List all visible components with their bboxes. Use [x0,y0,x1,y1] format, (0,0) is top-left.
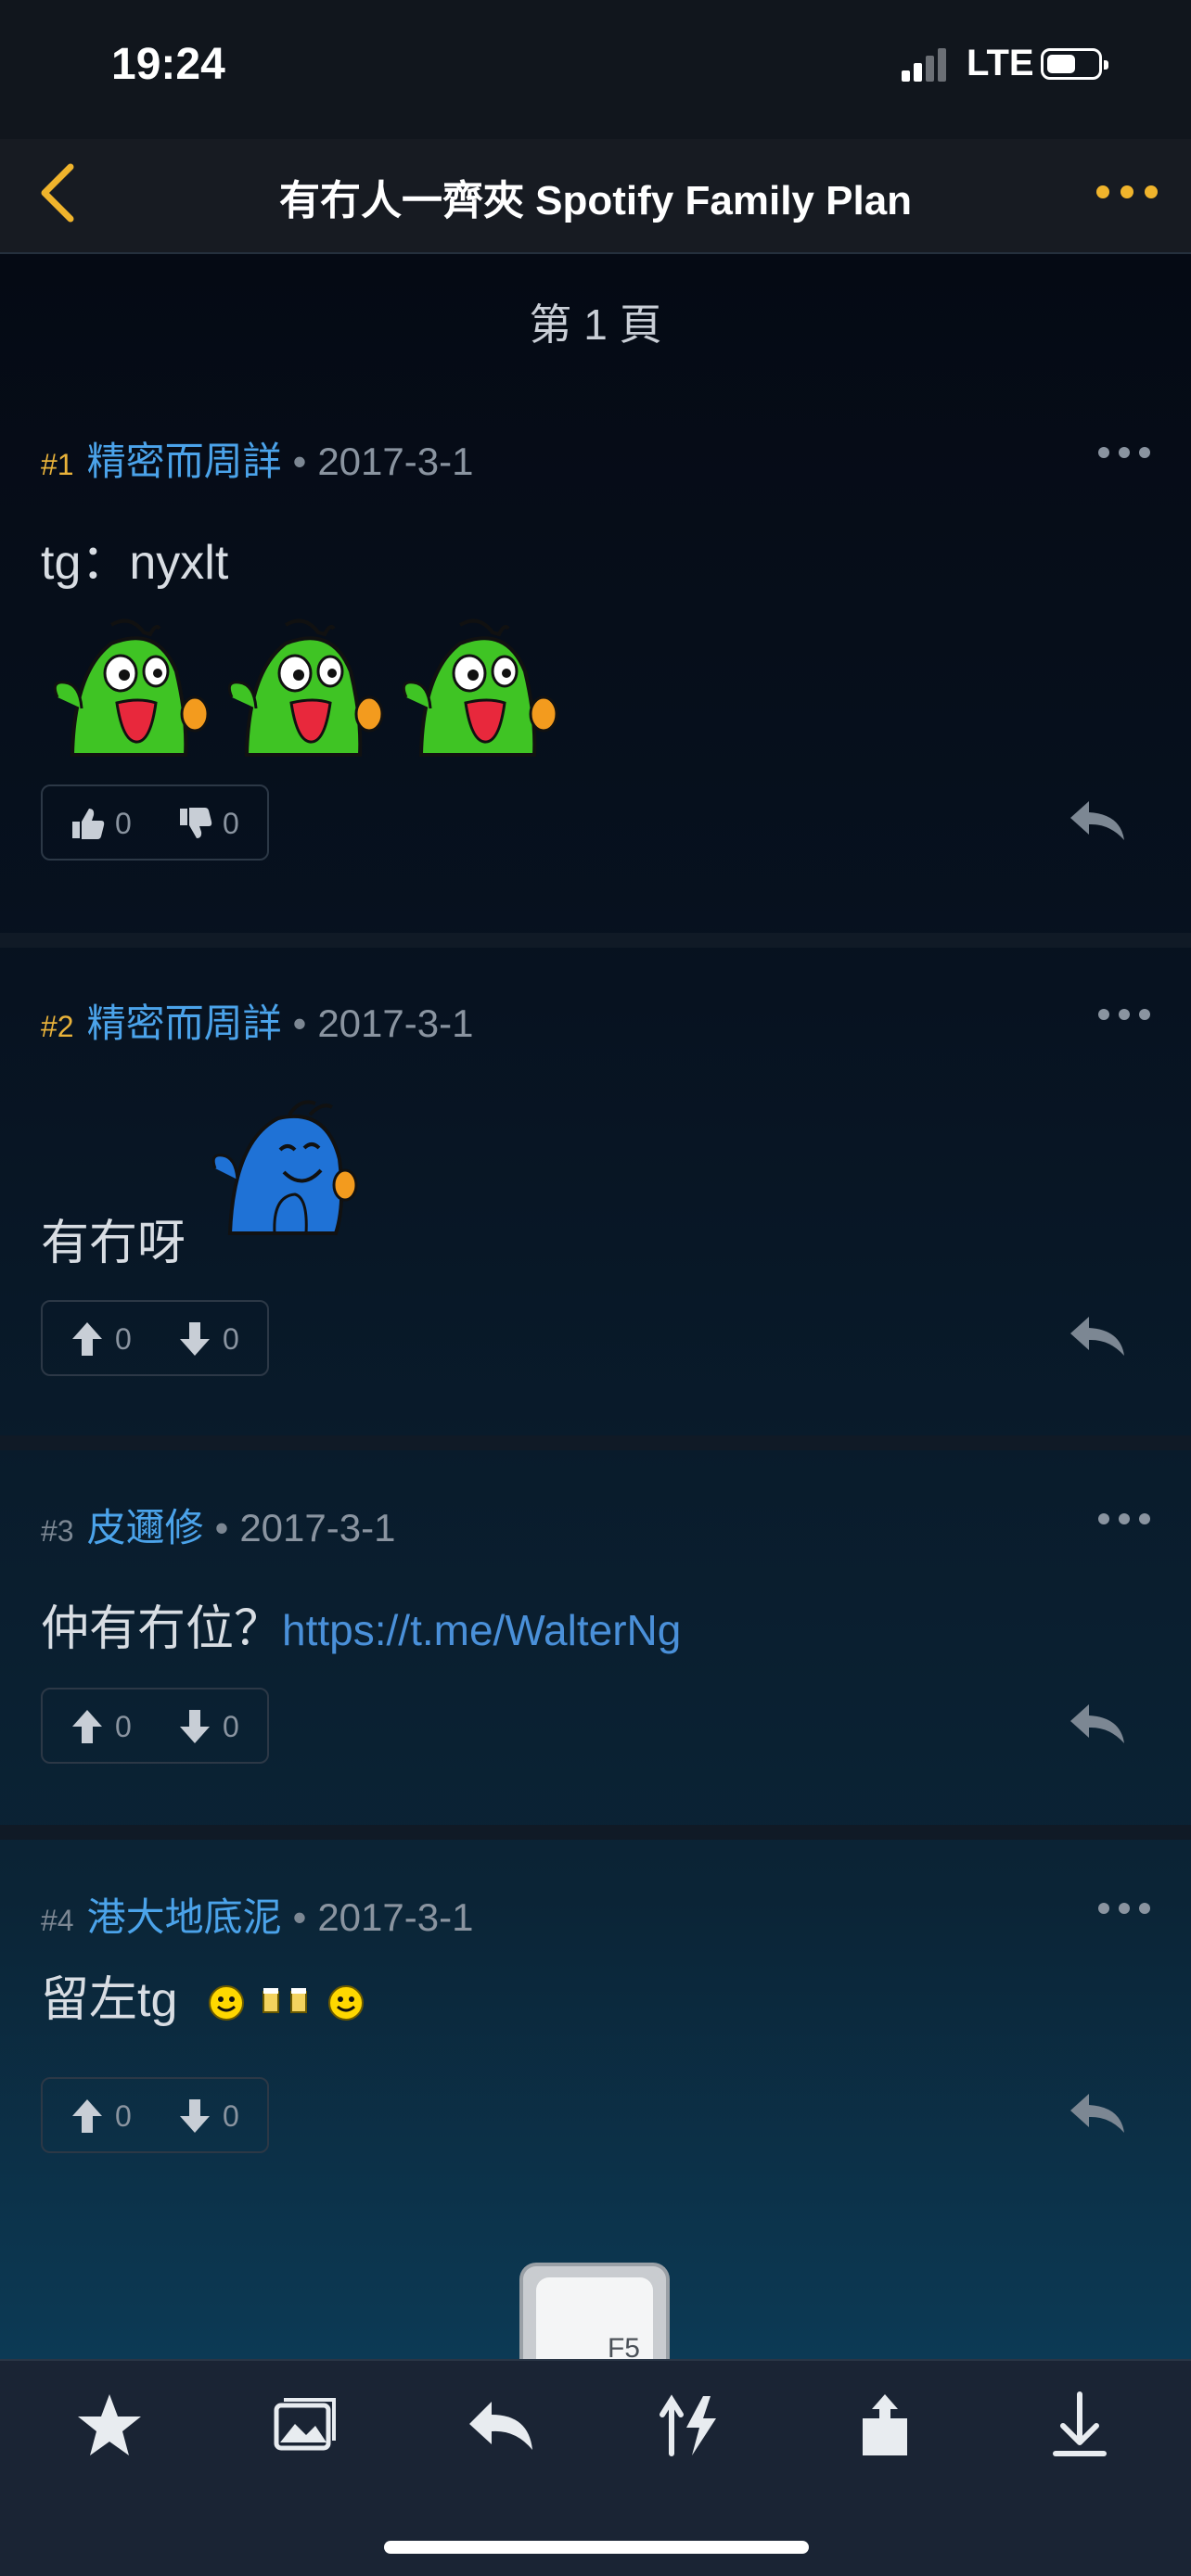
post-date: 2017-3-1 [317,1001,474,1045]
network-label: LTE [967,43,1034,83]
post-text: 留左tg [41,1973,178,2027]
beer-emoji-icon [263,1988,308,2014]
reply-icon[interactable] [464,2389,538,2463]
post-number: #4 [41,1904,74,1937]
downvote-count: 0 [223,1322,239,1356]
back-chevron-icon[interactable] [33,154,89,232]
vote-box: 0 0 [41,2077,269,2153]
vote-box: 0 0 [41,1300,269,1376]
post-menu-icon[interactable] [1098,1510,1154,1528]
post-menu-icon[interactable] [1098,1005,1154,1024]
reply-icon[interactable] [1067,1701,1128,1747]
vote-box: 0 0 [41,784,269,861]
nav-bar: 有冇人一齊夾 Spotify Family Plan [0,139,1191,254]
refresh-f5-key[interactable]: F5 [519,2263,670,2366]
post-number: #1 [41,448,74,481]
post-divider [0,933,1191,948]
page-label: 第 1 頁 [529,300,662,349]
share-icon[interactable] [848,2389,922,2463]
post-1: #1 精密而周詳 • 2017-3-1 tg：nyxlt 0 0 [0,430,1191,861]
post-date: 2017-3-1 [317,1895,474,1939]
download-icon[interactable] [1043,2389,1117,2463]
blue-monster-sticker [211,1100,358,1235]
thumbs-down-icon[interactable] [176,805,213,842]
post-username[interactable]: 精密而周詳 [87,440,282,483]
home-indicator[interactable] [384,2541,809,2554]
post-username[interactable]: 皮邇修 [87,1506,204,1549]
post-header: #4 港大地底泥 • 2017-3-1 [41,1886,473,1943]
reply-icon[interactable] [1067,797,1128,844]
arrow-down-icon[interactable] [176,1320,213,1358]
arrow-up-icon[interactable] [69,2098,106,2135]
post-divider [0,1825,1191,1840]
post-divider [0,1435,1191,1450]
post-menu-icon[interactable] [1098,443,1154,462]
reply-icon[interactable] [1067,1313,1128,1359]
post-header: #1 精密而周詳 • 2017-3-1 [41,430,473,487]
arrow-down-icon[interactable] [176,2098,213,2135]
smiley-emoji-icon [327,1985,364,2021]
thread-title: 有冇人一齊夾 Spotify Family Plan [278,178,913,223]
upvote-count: 0 [115,1710,132,1743]
post-menu-icon[interactable] [1098,1899,1154,1918]
post-body: tg：nyxlt [41,536,229,590]
thread-content: 第 1 頁 #1 精密而周詳 • 2017-3-1 tg：nyxlt 0 0 #… [0,254,1191,2366]
post-username[interactable]: 港大地底泥 [87,1895,282,1939]
post-link[interactable]: https://t.me/WalterNg [282,1606,681,1654]
post-username[interactable]: 精密而周詳 [87,1001,282,1045]
status-bar: 19:24 LTE [0,0,1191,139]
post-header: #2 精密而周詳 • 2017-3-1 [41,992,473,1049]
post-4: #4 港大地底泥 • 2017-3-1 留左tg 0 0 [0,1886,1191,2276]
vote-box: 0 0 [41,1688,269,1764]
separator-dot: • [214,1506,229,1549]
arrow-up-icon[interactable] [69,1708,106,1745]
post-number: #3 [41,1514,74,1548]
green-monster-sticker [227,618,384,757]
post-body: 有冇呀 [41,1217,186,1270]
sort-lightning-icon[interactable] [655,2389,729,2463]
reply-icon[interactable] [1067,2090,1128,2136]
upvote-count: 0 [115,807,132,840]
downvote-count: 0 [223,1710,239,1743]
post-date: 2017-3-1 [239,1506,396,1549]
signal-icon [902,48,948,82]
green-monster-sticker [53,618,210,757]
post-body: 仲有冇位？https://t.me/WalterNg [41,1589,681,1659]
post-body: 留左tg [41,1960,365,2030]
post-number: #2 [41,1010,74,1043]
battery-icon [1041,48,1108,80]
separator-dot: • [292,1001,307,1045]
arrow-down-icon[interactable] [176,1708,213,1745]
more-options-icon[interactable] [1096,178,1158,206]
post-text: 仲有冇位？ [41,1602,283,1656]
thumbs-up-icon[interactable] [69,805,106,842]
smiley-emoji-icon [208,1985,244,2021]
green-monster-sticker [402,618,558,757]
star-icon[interactable] [72,2389,147,2463]
separator-dot: • [292,1895,307,1939]
downvote-count: 0 [223,807,239,840]
arrow-up-icon[interactable] [69,1320,106,1358]
separator-dot: • [292,440,307,483]
upvote-count: 0 [115,1322,132,1356]
post-date: 2017-3-1 [317,440,474,483]
downvote-count: 0 [223,2099,239,2133]
gallery-icon[interactable] [269,2389,343,2463]
post-header: #3 皮邇修 • 2017-3-1 [41,1497,395,1553]
status-time: 19:24 [111,40,225,89]
upvote-count: 0 [115,2099,132,2133]
